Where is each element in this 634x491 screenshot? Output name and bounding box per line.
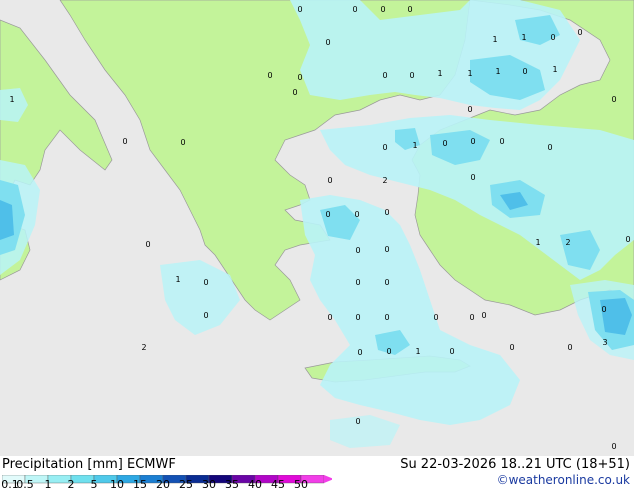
precip-point-value: 0	[467, 105, 472, 114]
precip-point-value: 0	[203, 311, 208, 320]
precip-point-value: 0	[384, 313, 389, 322]
precip-point-value: 0	[481, 311, 486, 320]
precip-point-value: 0	[354, 210, 359, 219]
precip-point-value: 1	[535, 238, 540, 247]
precip-point-value: 1	[175, 275, 180, 284]
precip-point-value: 0	[355, 246, 360, 255]
precip-point-value: 0	[442, 139, 447, 148]
precip-point-value: 0	[509, 343, 514, 352]
precip-point-value: 0	[292, 88, 297, 97]
precip-point-value: 0	[499, 137, 504, 146]
map-title: Precipitation [mm] ECMWF	[2, 457, 176, 472]
legend-tick-label: 25	[179, 478, 193, 491]
precip-point-value: 0	[577, 28, 582, 37]
precip-point-value: 0	[469, 313, 474, 322]
precip-point-value: 0	[357, 348, 362, 357]
legend-tick-label: 10	[110, 478, 124, 491]
legend-tick-label: 40	[248, 478, 262, 491]
precip-point-value: 1	[552, 65, 557, 74]
legend-tick-label: 15	[133, 478, 147, 491]
precip-point-value: 1	[415, 347, 420, 356]
precipitation-map: 0 0 0 001 1 000 0 0 0 1 1 1 0 1010 0000 1 0 0 000 2 00 0 021 00…	[0, 0, 634, 456]
precip-point-value: 0	[611, 95, 616, 104]
precip-point-value: 0	[122, 137, 127, 146]
precip-point-value: 1	[437, 69, 442, 78]
legend-tick-label: 45	[271, 478, 285, 491]
legend-tick-label: 2	[67, 478, 75, 491]
precip-point-value: 0	[325, 38, 330, 47]
precip-point-value: 0	[355, 278, 360, 287]
precip-point-value: 0	[297, 73, 302, 82]
precip-point-value: 0	[380, 5, 385, 14]
precip-point-value: 0	[297, 5, 302, 14]
precip-point-value: 0	[267, 71, 272, 80]
precip-point-value: 0	[386, 347, 391, 356]
precip-point-value: 0	[355, 417, 360, 426]
precip-point-value: 0	[382, 143, 387, 152]
legend-tick-label: 5	[90, 478, 98, 491]
precip-point-value: 1	[521, 33, 526, 42]
precip-point-value: 0	[547, 143, 552, 152]
legend-tick-label: 50	[294, 478, 308, 491]
precip-point-value: 0	[470, 137, 475, 146]
precip-point-value: 0	[384, 245, 389, 254]
precip-point-value: 0	[470, 173, 475, 182]
precip-point-value: 2	[382, 176, 387, 185]
precip-point-value: 0	[327, 313, 332, 322]
precip-point-value: 3	[602, 338, 607, 347]
precip-point-value: 1	[492, 35, 497, 44]
precip-point-value: 1	[412, 141, 417, 150]
precip-point-value: 0	[384, 208, 389, 217]
precip-point-value: 0	[407, 5, 412, 14]
precip-point-value: 2	[141, 343, 146, 352]
precip-point-value: 0	[611, 442, 616, 451]
legend-tick-label: 30	[202, 478, 216, 491]
valid-time: Su 22-03-2026 18..21 UTC (18+51)	[400, 457, 630, 472]
precip-point-value: 1	[9, 95, 14, 104]
precip-point-value: 2	[565, 238, 570, 247]
credit-link[interactable]: ©weatheronline.co.uk	[497, 473, 630, 487]
precip-point-value: 0	[382, 71, 387, 80]
precip-point-value: 0	[567, 343, 572, 352]
precip-point-value: 0	[384, 278, 389, 287]
legend-arrow	[324, 475, 332, 483]
precip-point-value: 0	[355, 313, 360, 322]
precip-point-value: 0	[145, 240, 150, 249]
precip-point-value: 0	[409, 71, 414, 80]
precip-point-value: 0	[433, 313, 438, 322]
legend-tick-label: 1	[44, 478, 52, 491]
precip-point-value: 0	[180, 138, 185, 147]
footer-bar: Precipitation [mm] ECMWF Su 22-03-2026 1…	[0, 456, 634, 491]
precip-point-value: 0	[601, 305, 606, 314]
legend-tick-label: 0.5	[16, 478, 34, 491]
precip-point-value: 0	[327, 176, 332, 185]
precip-point-value: 0	[449, 347, 454, 356]
precip-point-value: 0	[352, 5, 357, 14]
legend-tick-label: 20	[156, 478, 170, 491]
precip-point-value: 0	[522, 67, 527, 76]
precip-point-value: 0	[550, 33, 555, 42]
precip-point-value: 0	[625, 235, 630, 244]
precip-point-value: 1	[495, 67, 500, 76]
legend-tick-label: 35	[225, 478, 239, 491]
precip-point-value: 0	[325, 210, 330, 219]
precip-point-value: 1	[467, 69, 472, 78]
precip-point-value: 0	[203, 278, 208, 287]
